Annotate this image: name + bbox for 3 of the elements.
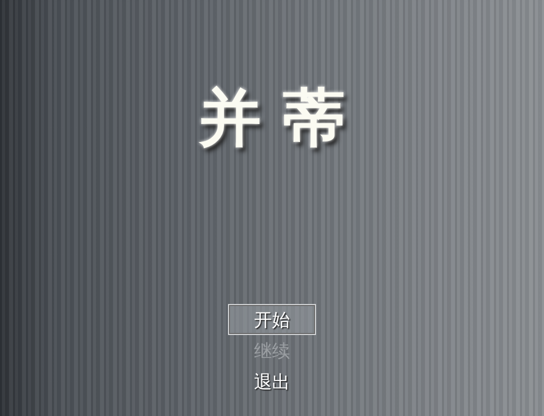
game-title: 并蒂 — [198, 80, 367, 156]
menu-item[interactable]: 退出 — [228, 366, 316, 397]
menu-item[interactable]: 开始 — [228, 304, 316, 335]
